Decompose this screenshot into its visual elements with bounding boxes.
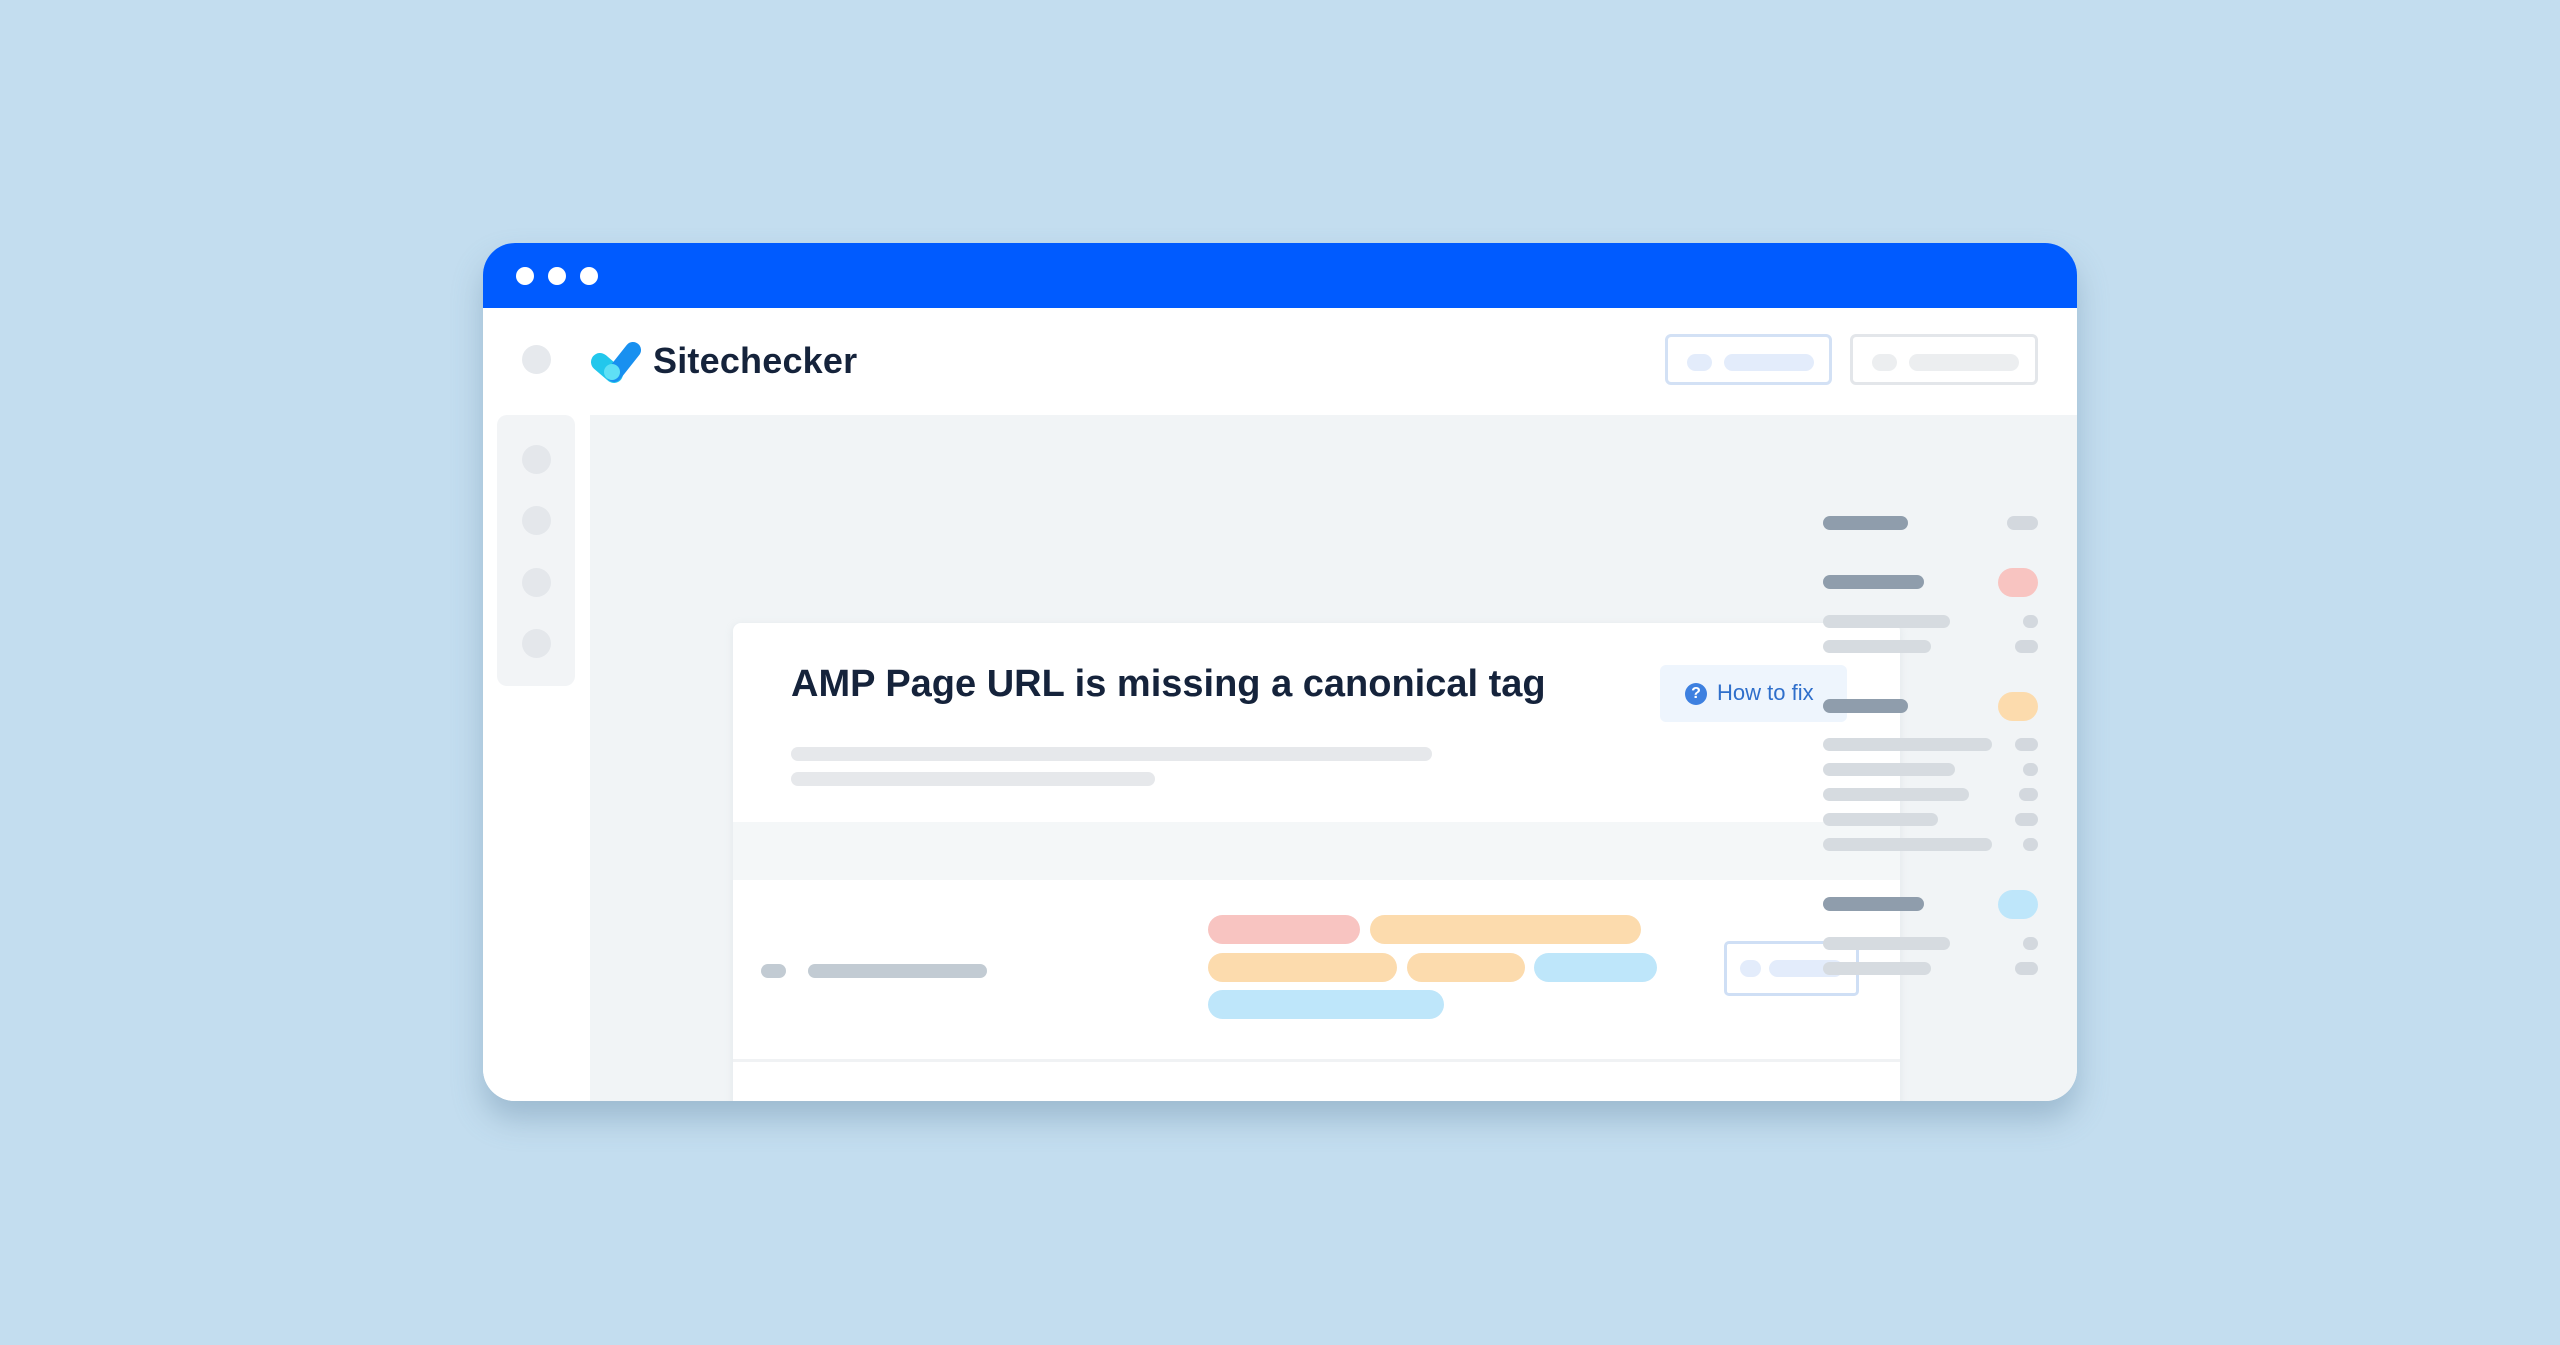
browser-window: Sitechecker AMP Page URL is missing a ca… [483,243,2077,1101]
status-badge-orange [1998,692,2038,721]
issue-title: AMP Page URL is missing a canonical tag [791,663,1546,705]
tag-red [1208,915,1360,944]
row-url-placeholder [808,964,987,978]
summary-group-heading[interactable] [1823,575,1924,589]
description-placeholder-line [791,772,1155,786]
summary-line [1823,838,1992,851]
sidebar-item-2[interactable] [522,506,551,535]
app-header: Sitechecker [483,308,2077,415]
tag-blue [1534,953,1657,982]
summary-line [1823,937,1950,950]
summary-group-heading[interactable] [1823,897,1924,911]
summary-dot [2015,738,2038,751]
button-icon-placeholder [1740,960,1761,977]
row-icon-placeholder [761,964,786,978]
summary-dot [2015,813,2038,826]
summary-line [1823,962,1931,975]
checkmark-logo-icon [591,342,641,383]
table-row[interactable] [733,1062,1900,1101]
tag-orange [1407,953,1525,982]
button-label-placeholder [1724,354,1814,371]
issue-card: AMP Page URL is missing a canonical tag … [733,623,1900,1101]
status-badge-red [1998,568,2038,597]
summary-dot [2019,788,2038,801]
summary-group-heading[interactable] [1823,516,1908,530]
tag-orange [1370,915,1641,944]
how-to-fix-label: How to fix [1717,680,1814,705]
help-icon: ? [1685,683,1707,705]
tag-blue [1208,990,1444,1019]
brand-name: Sitechecker [653,340,858,381]
window-dot-maximize[interactable] [580,267,598,285]
button-label-placeholder [1909,354,2019,371]
header-button-secondary[interactable] [1850,334,2038,385]
summary-line [1823,763,1955,776]
menu-toggle-icon[interactable] [522,345,551,374]
summary-dot [2015,962,2038,975]
how-to-fix-button[interactable]: ? How to fix [1660,665,1847,722]
sidebar-item-4[interactable] [522,629,551,658]
summary-line [1823,788,1969,801]
button-icon-placeholder [1687,354,1712,371]
button-icon-placeholder [1872,354,1897,371]
summary-group-heading[interactable] [1823,699,1908,713]
summary-dot [2023,763,2038,776]
summary-line [1823,813,1938,826]
summary-dot [2023,838,2038,851]
summary-line [1823,640,1931,653]
window-dot-minimize[interactable] [548,267,566,285]
summary-dot [2015,640,2038,653]
main-content: AMP Page URL is missing a canonical tag … [590,415,2077,1101]
header-button-primary[interactable] [1665,334,1832,385]
sidebar [497,415,575,686]
table-row[interactable] [733,880,1900,1060]
summary-line [1823,615,1950,628]
window-titlebar [483,243,2077,308]
summary-dot [2023,615,2038,628]
summary-dot [2023,937,2038,950]
description-placeholder-line [791,747,1432,761]
sidebar-item-1[interactable] [522,445,551,474]
window-dot-close[interactable] [516,267,534,285]
summary-line [1823,738,1992,751]
summary-count-chip [2007,516,2038,530]
sidebar-item-3[interactable] [522,568,551,597]
tag-orange [1208,953,1397,982]
table-header-band [733,822,1900,880]
status-badge-blue [1998,890,2038,919]
